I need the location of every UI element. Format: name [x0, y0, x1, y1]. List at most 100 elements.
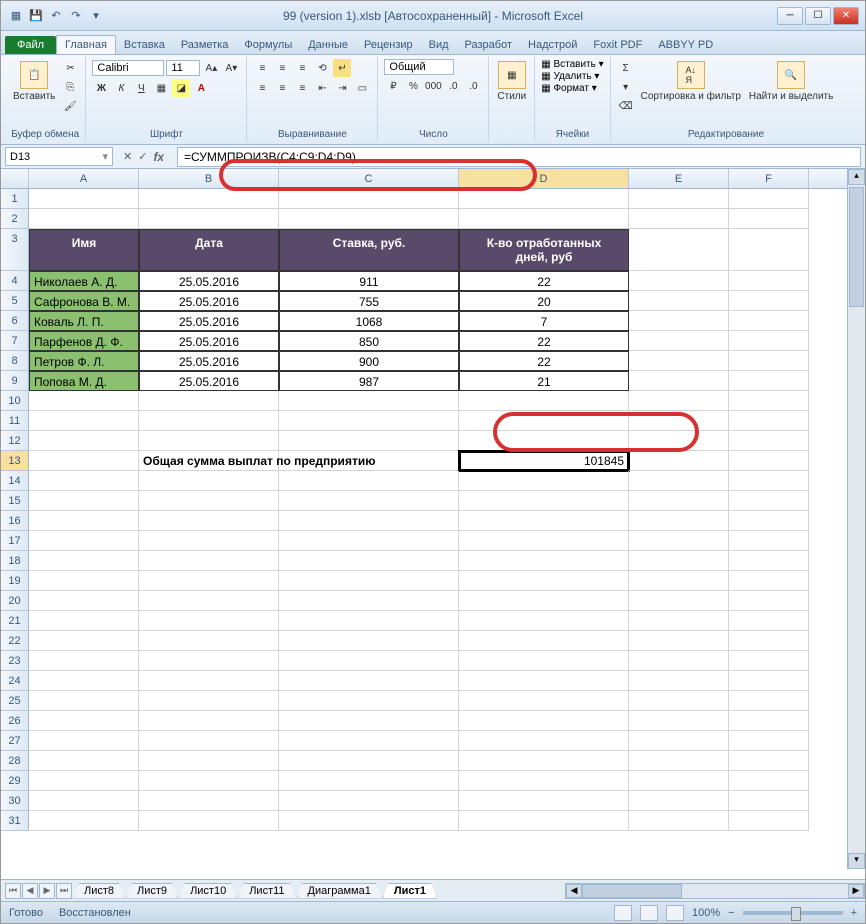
cell[interactable] — [729, 491, 809, 511]
cell[interactable] — [729, 331, 809, 351]
row-header[interactable]: 3 — [1, 229, 29, 271]
cut-icon[interactable]: ✂ — [61, 59, 79, 77]
cell[interactable] — [729, 651, 809, 671]
align-top-icon[interactable]: ≡ — [253, 59, 271, 77]
tab-abbyy[interactable]: ABBYY PD — [650, 36, 721, 54]
cell[interactable] — [729, 691, 809, 711]
cell[interactable] — [459, 811, 629, 831]
cell[interactable] — [139, 671, 279, 691]
wrap-text-icon[interactable]: ↵ — [333, 59, 351, 77]
format-painter-icon[interactable]: 🖌 — [61, 97, 79, 115]
cell[interactable]: 25.05.2016 — [139, 271, 279, 291]
fill-icon[interactable]: ▾ — [617, 78, 635, 96]
tab-view[interactable]: Вид — [421, 36, 457, 54]
sheet-tab[interactable]: Лист1 — [383, 883, 437, 899]
vertical-scrollbar[interactable]: ▴ ▾ — [847, 169, 865, 869]
cell[interactable] — [279, 631, 459, 651]
cell[interactable] — [279, 531, 459, 551]
cell[interactable] — [459, 711, 629, 731]
cell[interactable] — [629, 351, 729, 371]
cell[interactable] — [139, 391, 279, 411]
cell[interactable] — [729, 511, 809, 531]
row-header[interactable]: 15 — [1, 491, 29, 511]
scroll-thumb[interactable] — [849, 187, 864, 307]
align-bottom-icon[interactable]: ≡ — [293, 59, 311, 77]
cell[interactable] — [459, 531, 629, 551]
cell[interactable]: Имя — [29, 229, 139, 271]
cell[interactable] — [29, 451, 139, 471]
cell[interactable] — [459, 791, 629, 811]
cell[interactable]: Коваль Л. П. — [29, 311, 139, 331]
cell[interactable] — [279, 571, 459, 591]
cell[interactable] — [459, 651, 629, 671]
cell[interactable] — [29, 751, 139, 771]
paste-button[interactable]: 📋 Вставить — [11, 59, 57, 104]
row-header[interactable]: 1 — [1, 189, 29, 209]
sheet-tab[interactable]: Лист8 — [73, 883, 125, 899]
formula-input[interactable]: =СУММПРОИЗВ(C4:C9;D4:D9) — [177, 147, 861, 167]
cell[interactable] — [139, 411, 279, 431]
cell[interactable] — [629, 531, 729, 551]
cell[interactable] — [729, 711, 809, 731]
italic-button[interactable]: К — [112, 79, 130, 97]
cell[interactable] — [279, 471, 459, 491]
percent-icon[interactable]: % — [404, 77, 422, 95]
cell[interactable] — [139, 691, 279, 711]
sheet-nav-first-icon[interactable]: ⏮ — [5, 883, 21, 899]
col-header[interactable]: A — [29, 169, 139, 188]
zoom-out-icon[interactable]: − — [728, 907, 734, 919]
cell[interactable] — [279, 611, 459, 631]
cell[interactable]: 22 — [459, 351, 629, 371]
cell[interactable] — [629, 631, 729, 651]
cell[interactable] — [139, 651, 279, 671]
cell[interactable] — [29, 671, 139, 691]
cell[interactable] — [629, 189, 729, 209]
cell[interactable] — [459, 611, 629, 631]
tab-foxit[interactable]: Foxit PDF — [585, 36, 650, 54]
row-header[interactable]: 7 — [1, 331, 29, 351]
cell[interactable] — [279, 209, 459, 229]
file-tab[interactable]: Файл — [5, 36, 56, 54]
cell[interactable] — [459, 491, 629, 511]
cell[interactable] — [29, 711, 139, 731]
cell[interactable] — [29, 189, 139, 209]
cell[interactable] — [729, 631, 809, 651]
fill-color-icon[interactable]: ◪ — [172, 79, 190, 97]
cell[interactable] — [729, 591, 809, 611]
cell[interactable] — [279, 451, 459, 471]
cell[interactable] — [279, 591, 459, 611]
row-header[interactable]: 12 — [1, 431, 29, 451]
cell[interactable] — [29, 209, 139, 229]
copy-icon[interactable]: ⎘ — [61, 78, 79, 96]
cell[interactable] — [629, 571, 729, 591]
row-header[interactable]: 29 — [1, 771, 29, 791]
cell[interactable] — [629, 711, 729, 731]
sheet-tab[interactable]: Лист9 — [126, 883, 178, 899]
scroll-up-icon[interactable]: ▴ — [848, 169, 865, 185]
cell[interactable]: Попова М. Д. — [29, 371, 139, 391]
cell[interactable] — [629, 229, 729, 271]
cell[interactable] — [29, 531, 139, 551]
row-header[interactable]: 26 — [1, 711, 29, 731]
cell[interactable] — [629, 591, 729, 611]
zoom-value[interactable]: 100% — [692, 907, 720, 919]
align-center-icon[interactable]: ≡ — [273, 79, 291, 97]
cell[interactable] — [29, 471, 139, 491]
cell[interactable] — [29, 391, 139, 411]
cell[interactable] — [629, 551, 729, 571]
cell[interactable] — [279, 411, 459, 431]
cell[interactable] — [139, 611, 279, 631]
cell[interactable] — [729, 431, 809, 451]
cell[interactable] — [729, 391, 809, 411]
cell[interactable] — [459, 391, 629, 411]
cell[interactable] — [279, 651, 459, 671]
row-header[interactable]: 23 — [1, 651, 29, 671]
tab-layout[interactable]: Разметка — [173, 36, 237, 54]
row-header[interactable]: 19 — [1, 571, 29, 591]
cell[interactable]: Николаев А. Д. — [29, 271, 139, 291]
tab-insert[interactable]: Вставка — [116, 36, 173, 54]
cell[interactable]: 25.05.2016 — [139, 291, 279, 311]
cell[interactable] — [629, 751, 729, 771]
font-size-select[interactable]: 11 — [166, 60, 200, 76]
cell[interactable] — [459, 471, 629, 491]
